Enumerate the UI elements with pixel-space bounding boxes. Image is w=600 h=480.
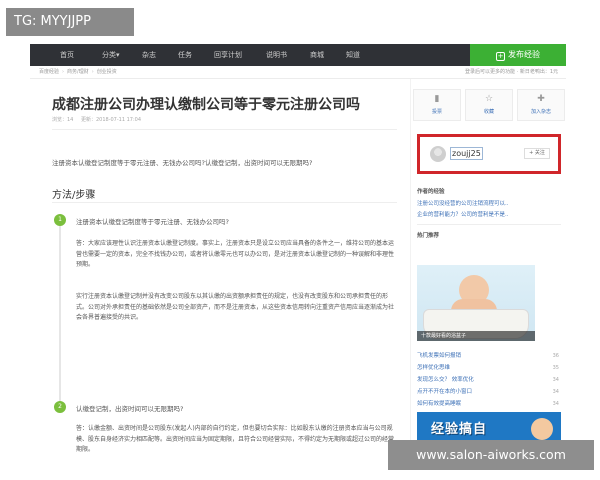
sidebar: ▮ 投票 ☆ 收藏 ✚ 加入杂志 zoujj25 + 关注 作者的经验 注册公司…	[410, 79, 566, 456]
step-paragraph: 答：认缴金额、出资时间是公司股东(发起人)内部的自行约定，但也要切合实际：比如股…	[76, 425, 395, 453]
list-item-text: 发现怎么交？ 效率优化	[417, 377, 474, 383]
watermark-top-left: TG: MYYJJPP	[6, 8, 134, 36]
top-navigation: 首页 分类▾ 杂志 任务 回享计划 说明书 商城 知道 + 发布经验	[30, 44, 566, 66]
image-caption: 十款最好看的浴盆子	[417, 331, 535, 341]
list-item-text: 如何有效提高睡眠	[417, 401, 462, 407]
author-name[interactable]: zoujj25	[450, 147, 483, 160]
divider	[417, 224, 561, 225]
watermark-bottom-right: www.salon-aiworks.com	[388, 440, 594, 470]
chart-icon: ▮	[434, 94, 440, 104]
list-item-count: 34	[552, 401, 559, 407]
step-paragraph: 答：大家应该理性认识注册资本认缴登记制度。事实上，注册资本只是设立公司应当具备的…	[76, 240, 395, 268]
list-item-count: 34	[552, 377, 559, 383]
breadcrumb-separator: ›	[62, 69, 65, 75]
breadcrumb-home[interactable]: 百度经验	[39, 69, 59, 75]
breadcrumb-bar: 百度经验 › 商务/理财 › 创业投资 登录后可以更多的功能 · 新日老鸭出：1元	[30, 66, 566, 79]
breadcrumb: 百度经验 › 商务/理财 › 创业投资	[39, 66, 117, 79]
nav-tasks[interactable]: 任务	[178, 44, 192, 66]
favorite-button[interactable]: ☆ 收藏	[465, 89, 513, 121]
list-item-text: 飞机发票如何报销	[417, 353, 462, 359]
article-actions: ▮ 投票 ☆ 收藏 ✚ 加入杂志	[411, 89, 566, 121]
article-meta: 浏览：14 更新：2018-07-11 17:04	[52, 116, 147, 123]
star-icon: ☆	[484, 94, 494, 104]
list-item[interactable]: 怎样优化思维 35	[417, 363, 561, 373]
magazine-icon: ✚	[537, 94, 545, 104]
method-heading: 方法/步骤	[52, 190, 96, 201]
list-item[interactable]: 点开不开在本的小窗口 34	[417, 387, 561, 397]
banner-text: 经验搞自	[431, 422, 488, 437]
add-to-magazine-label: 加入杂志	[530, 109, 551, 115]
list-item[interactable]: 如何有效提高睡眠 34	[417, 399, 561, 409]
recommend-image[interactable]: 十款最好看的浴盆子	[417, 265, 535, 341]
avatar[interactable]	[430, 146, 446, 162]
article-title: 成都注册公司办理认缴制公司等于零元注册公司吗	[52, 97, 360, 113]
nav-zhidao[interactable]: 知道	[346, 44, 360, 66]
vote-label: 投票	[431, 109, 442, 115]
banner-figure	[531, 418, 553, 440]
article-intro: 注册资本认缴登记制度等于零元注册、无钱办公司吗?认缴登记制，出资时间可以无限期吗…	[52, 159, 313, 167]
list-item-count: 36	[552, 353, 559, 359]
follow-button[interactable]: + 关注	[524, 148, 550, 159]
step-title: 认缴登记制，出资时间可以无限期吗?	[76, 405, 184, 413]
nav-manual[interactable]: 说明书	[266, 44, 287, 66]
list-item[interactable]: 飞机发票如何报销 36	[417, 351, 561, 361]
step-title: 注册资本认缴登记制度等于零元注册、无钱办公司吗?	[76, 218, 229, 226]
breadcrumb-separator: ›	[91, 69, 94, 75]
step-paragraph: 实行注册资本认缴登记制并没有改变公司股东以其认缴的出资额承担责任的规定，也没有改…	[76, 293, 395, 321]
list-item-count: 34	[552, 389, 559, 395]
update-time: 更新：2018-07-11 17:04	[80, 117, 142, 123]
nav-category[interactable]: 分类▾	[102, 44, 120, 66]
step-connector	[59, 226, 61, 401]
step-number-badge: 2	[54, 401, 66, 413]
list-item[interactable]: 发现怎么交？ 效率优化 34	[417, 375, 561, 385]
plus-icon: +	[496, 52, 505, 61]
view-count: 浏览：14	[52, 117, 74, 123]
nav-shop[interactable]: 商城	[310, 44, 324, 66]
nav-reward-plan[interactable]: 回享计划	[214, 44, 242, 66]
author-card: zoujj25 + 关注	[417, 134, 561, 174]
add-to-magazine-button[interactable]: ✚ 加入杂志	[517, 89, 565, 121]
author-experience-title: 作者的经验	[417, 189, 445, 195]
divider	[52, 202, 397, 203]
list-item-text: 点开不开在本的小窗口	[417, 389, 473, 395]
vote-button[interactable]: ▮ 投票	[413, 89, 461, 121]
favorite-label: 收藏	[483, 109, 494, 115]
login-hint[interactable]: 登录后可以更多的功能 · 新日老鸭出：1元	[465, 66, 558, 79]
publish-label: 发布经验	[508, 50, 540, 59]
nav-magazine[interactable]: 杂志	[142, 44, 156, 66]
list-item-count: 35	[552, 365, 559, 371]
author-experience-link[interactable]: 注册公司没经营的公司注销流程可以..	[417, 199, 509, 207]
browser-page: 首页 分类▾ 杂志 任务 回享计划 说明书 商城 知道 + 发布经验 百度经验 › 商…	[30, 44, 566, 456]
article-main: 成都注册公司办理认缴制公司等于零元注册公司吗 浏览：14 更新：2018-07-…	[30, 79, 410, 456]
nav-home[interactable]: 首页	[60, 44, 74, 66]
list-item-text: 怎样优化思维	[417, 365, 451, 371]
breadcrumb-business[interactable]: 商务/理财	[67, 69, 89, 75]
step-number-badge: 1	[54, 214, 66, 226]
author-experience-link[interactable]: 企业的营利能力？公司的营利是不是..	[417, 210, 509, 218]
divider	[52, 129, 397, 130]
publish-experience-button[interactable]: + 发布经验	[470, 44, 566, 66]
breadcrumb-startup[interactable]: 创业投资	[97, 69, 117, 75]
recommend-title: 热门推荐	[417, 233, 440, 239]
